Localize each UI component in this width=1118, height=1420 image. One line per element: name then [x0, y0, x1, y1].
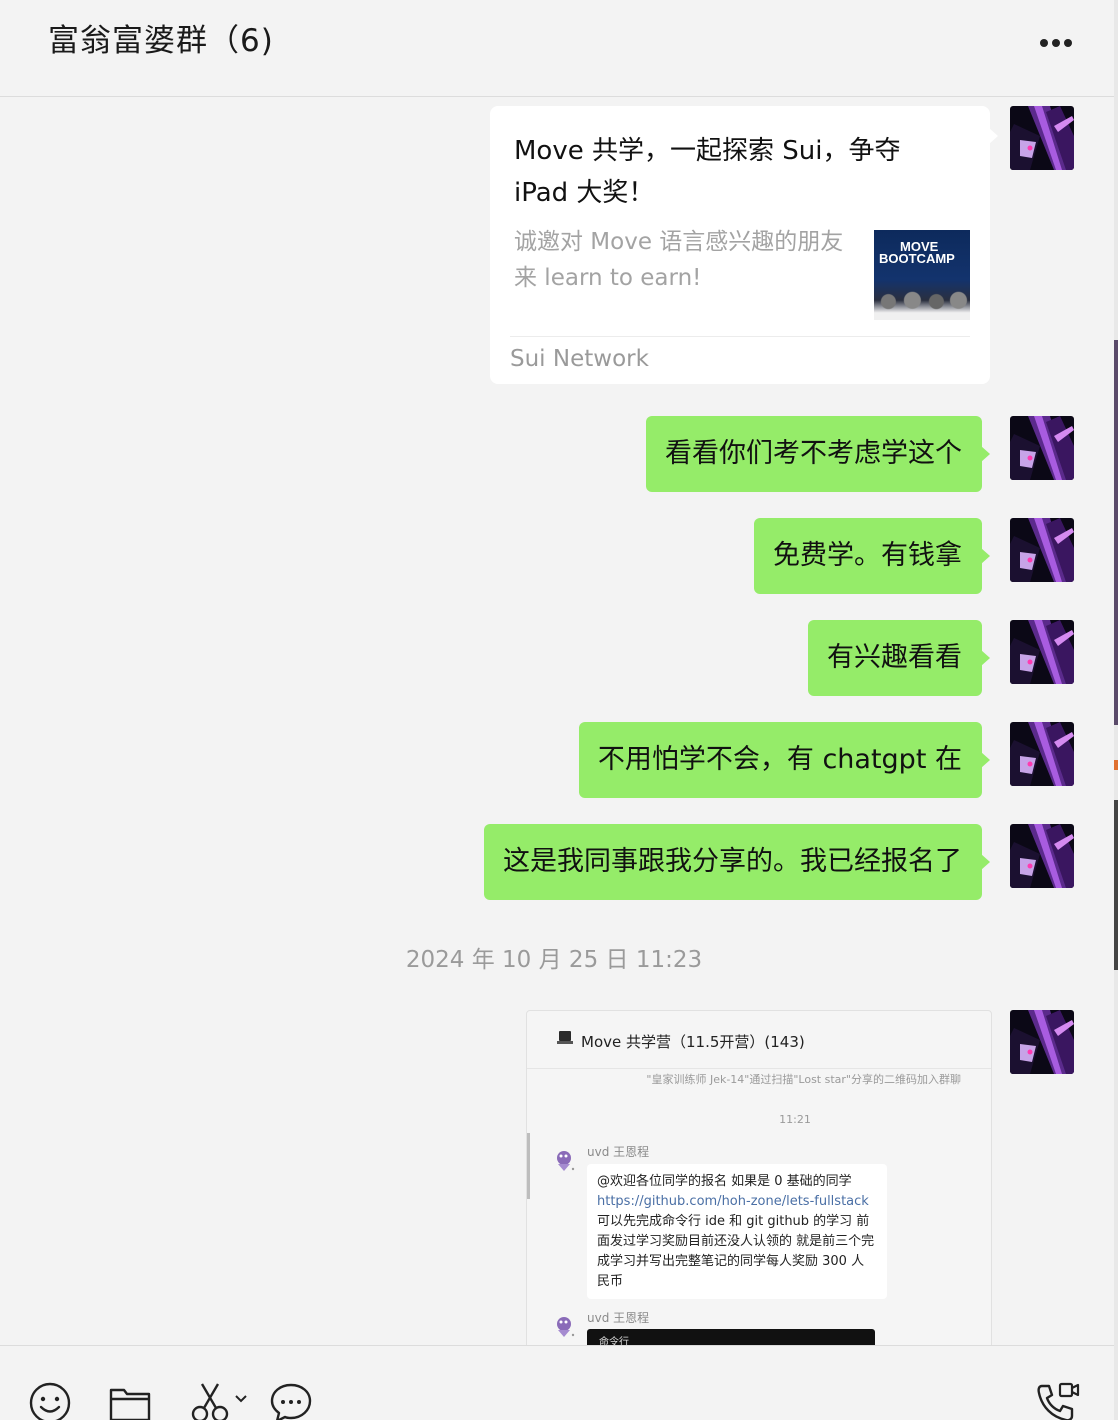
avatar[interactable] — [1010, 620, 1074, 684]
message-text: 可以先完成命令行 ide 和 git github 的学习 前面发过学习奖励目前… — [597, 1214, 875, 1289]
screenshot-dark-block: 命令行 — [587, 1329, 875, 1345]
link-card-source: Sui Network — [510, 346, 649, 372]
screenshot-system-notice: "皇家训练师 Jek-14"通过扫描"Lost star"分享的二维码加入群聊 — [646, 1073, 961, 1086]
text-message[interactable]: 有兴趣看看 — [808, 620, 990, 696]
message-list[interactable]: Move 共学，一起探索 Sui，争夺 iPad 大奖！ 诚邀对 Move 语言… — [0, 98, 1114, 1345]
more-options-icon[interactable] — [1038, 24, 1074, 54]
screenshot-message-bubble: @欢迎各位同学的报名 如果是 0 基础的同学 https://github.co… — [587, 1164, 887, 1299]
image-message[interactable]: Move 共学营（11.5开营）(143) "皇家训练师 Jek-14"通过扫描… — [526, 1010, 992, 1345]
avatar[interactable] — [1010, 106, 1074, 170]
chat-header: 富翁富婆群（6) — [0, 0, 1114, 97]
avatar[interactable] — [1010, 1010, 1074, 1074]
window-edge — [1114, 0, 1118, 1420]
avatar[interactable] — [1010, 824, 1074, 888]
message-text: @欢迎各位同学的报名 如果是 0 基础的同学 — [597, 1174, 852, 1189]
link-card-thumbnail: MOVE BOOTCAMP — [874, 230, 970, 320]
screenshot-scrollbar — [527, 1133, 530, 1199]
input-toolbar — [0, 1345, 1114, 1420]
folder-icon[interactable] — [109, 1382, 151, 1420]
screenshot-time: 11:21 — [779, 1113, 811, 1126]
link-card-message[interactable]: Move 共学，一起探索 Sui，争夺 iPad 大奖！ 诚邀对 Move 语言… — [490, 106, 998, 384]
link-card-divider — [510, 336, 970, 337]
message-timestamp: 2024 年 10 月 25 日 11:23 — [405, 947, 703, 973]
chat-title: 富翁富婆群（6) — [48, 23, 274, 59]
screenshot-header: Move 共学营（11.5开营）(143) — [527, 1011, 991, 1069]
text-message[interactable]: 看看你们考不考虑学这个 — [646, 416, 990, 492]
text-message[interactable]: 免费学。有钱拿 — [754, 518, 990, 594]
thumbnail-text-bootcamp: BOOTCAMP — [879, 251, 955, 266]
chat-history-icon[interactable] — [270, 1382, 312, 1420]
avatar[interactable] — [1010, 416, 1074, 480]
call-icon[interactable] — [1036, 1382, 1080, 1420]
link-card-title: Move 共学，一起探索 Sui，争夺 iPad 大奖！ — [514, 136, 901, 208]
sender-name: uvd 王恩程 — [587, 1311, 650, 1325]
laptop-icon — [557, 1031, 573, 1045]
scissors-icon[interactable] — [190, 1382, 254, 1420]
avatar[interactable] — [1010, 518, 1074, 582]
link-card-description: 诚邀对 Move 语言感兴趣的朋友来 learn to earn! — [514, 229, 844, 291]
text-message[interactable]: 不用怕学不会，有 chatgpt 在 — [578, 722, 991, 798]
sender-avatar — [551, 1313, 577, 1339]
sender-name: uvd 王恩程 — [587, 1145, 650, 1159]
emoji-icon[interactable] — [29, 1382, 71, 1420]
message-link: https://github.com/hoh-zone/lets-fullsta… — [597, 1194, 869, 1209]
avatar[interactable] — [1010, 722, 1074, 786]
screenshot-group-title: Move 共学营（11.5开营）(143) — [581, 1033, 805, 1051]
text-message[interactable]: 这是我同事跟我分享的。我已经报名了 — [484, 824, 990, 900]
sender-avatar — [551, 1147, 577, 1173]
